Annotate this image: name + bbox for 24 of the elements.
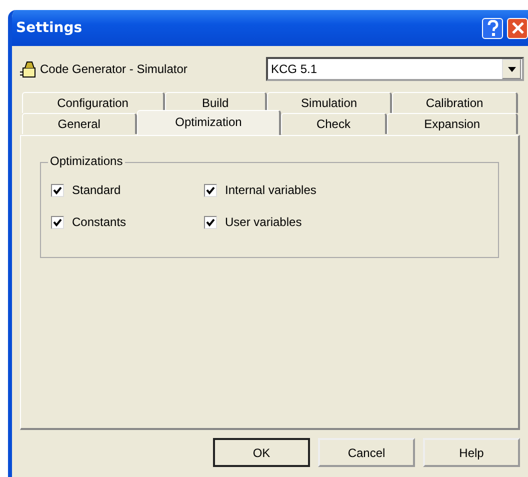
checkbox-label[interactable]: User variables xyxy=(225,215,302,229)
group-title: Optimizations xyxy=(48,154,125,168)
dialog-button[interactable]: Cancel xyxy=(318,438,415,467)
checkbox[interactable] xyxy=(204,184,217,196)
checkbox-label[interactable]: Standard xyxy=(72,183,121,197)
close-icon[interactable] xyxy=(510,21,524,35)
checkbox[interactable] xyxy=(204,216,217,228)
generator-label: Code Generator - Simulator xyxy=(40,62,188,76)
close-button[interactable] xyxy=(507,18,528,38)
generator-dropdown[interactable]: KCG 5.1 xyxy=(266,57,524,81)
dialog-button[interactable]: Help xyxy=(423,438,520,467)
generator-icon xyxy=(20,60,38,78)
tab[interactable]: Expansion xyxy=(387,113,518,134)
window-title: Settings xyxy=(16,20,84,36)
checkbox-label[interactable]: Constants xyxy=(72,215,126,229)
checkbox[interactable] xyxy=(51,184,64,196)
checkbox-label[interactable]: Internal variables xyxy=(225,183,316,197)
tab[interactable]: Optimization xyxy=(137,110,281,135)
dialog-button[interactable]: OK xyxy=(213,438,310,467)
tab[interactable]: Check xyxy=(280,113,388,134)
help-icon[interactable] xyxy=(486,20,500,36)
checkbox[interactable] xyxy=(51,216,64,228)
help-button[interactable] xyxy=(482,18,503,38)
tab[interactable]: Calibration xyxy=(392,92,518,113)
